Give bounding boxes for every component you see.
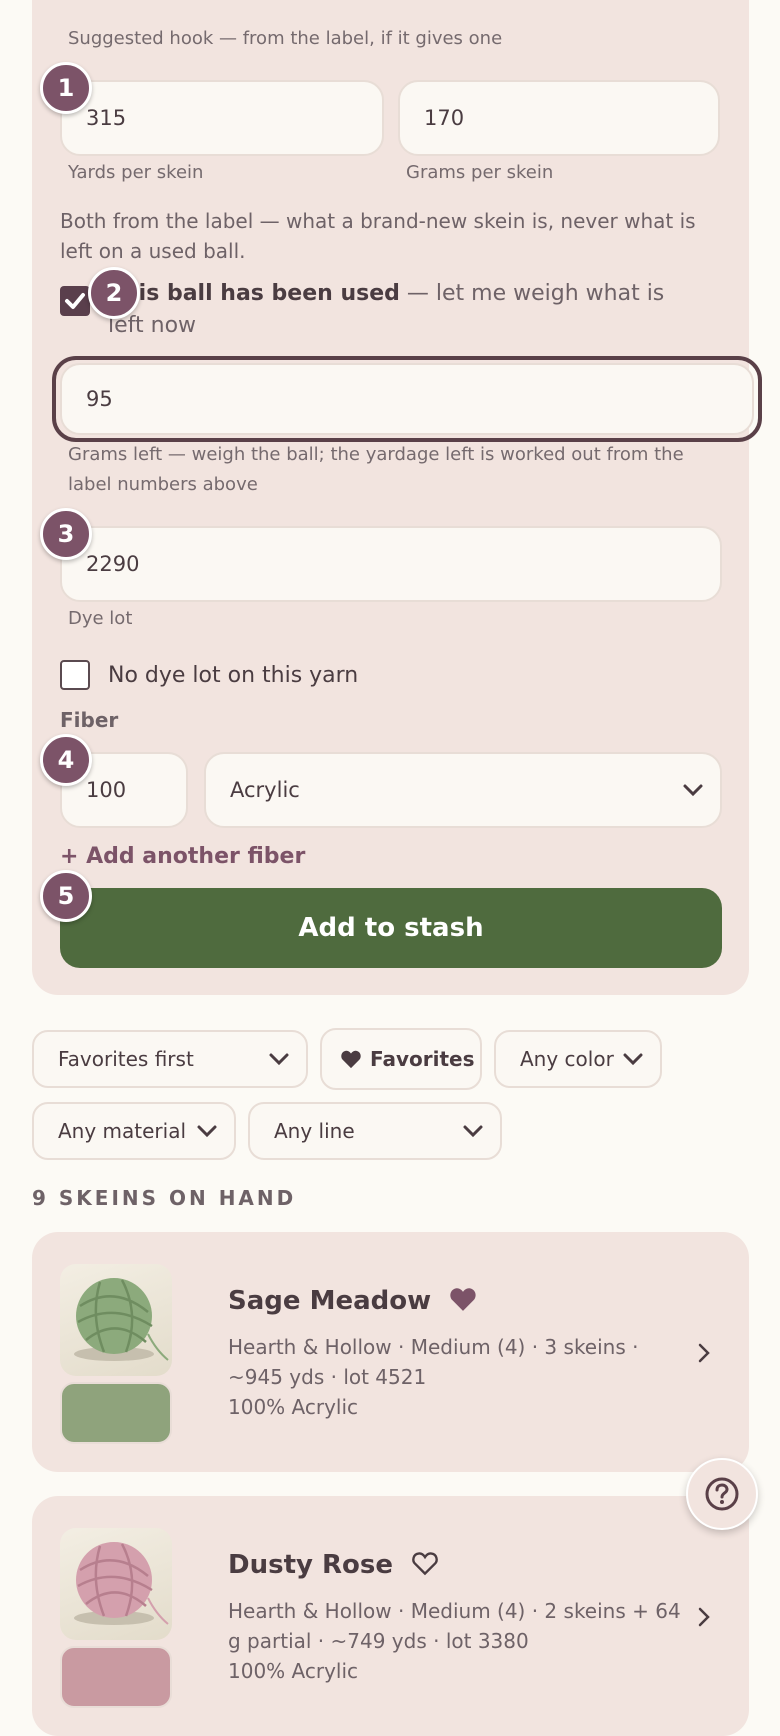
step-badge-3: 3 (40, 508, 92, 560)
chevron-down-icon (197, 1125, 217, 1138)
color-select[interactable]: Any color (494, 1030, 662, 1088)
step-badge-2: 2 (88, 267, 140, 319)
dye-lot-label: Dye lot (68, 608, 133, 629)
yarn-photo (60, 1264, 172, 1376)
yarn-card-sage-meadow[interactable]: Sage Meadow Hearth & Hollow · Medium (4)… (32, 1232, 749, 1472)
yarn-fiber: 100% Acrylic (228, 1659, 359, 1683)
checkmark-icon (65, 293, 85, 309)
used-ball-checkbox[interactable] (60, 286, 90, 316)
yarn-fiber: 100% Acrylic (228, 1395, 359, 1419)
step-badge-1: 1 (40, 62, 92, 114)
grams-per-skein-input[interactable]: 170 (398, 80, 720, 156)
grams-label: Grams per skein (406, 162, 554, 183)
favorites-filter-button[interactable]: Favorites (320, 1028, 482, 1090)
no-dye-lot-checkbox[interactable] (60, 660, 90, 690)
used-ball-label-bold: This ball has been used (108, 281, 400, 306)
grams-left-input[interactable]: 95 (60, 363, 754, 435)
help-icon (705, 1477, 739, 1511)
material-value: Any material (58, 1119, 187, 1143)
yarn-details: Hearth & Hollow · Medium (4) · 2 skeins … (228, 1599, 681, 1653)
dye-lot-value: 2290 (86, 552, 140, 576)
yarn-ball-icon (74, 1542, 169, 1625)
yarn-details: Hearth & Hollow · Medium (4) · 3 skeins … (228, 1335, 639, 1389)
yarn-name-text: Dusty Rose (228, 1550, 393, 1580)
step-badge-4: 4 (40, 734, 92, 786)
fiber-material-select[interactable]: Acrylic (204, 752, 722, 828)
yarn-photo (60, 1528, 172, 1640)
chevron-right-icon (698, 1343, 710, 1363)
dye-lot-input[interactable]: 2290 (60, 526, 722, 602)
add-to-stash-button[interactable]: Add to stash (60, 888, 722, 968)
heart-filled-icon[interactable] (448, 1286, 478, 1312)
sort-select[interactable]: Favorites first (32, 1030, 308, 1088)
add-yarn-form: Suggested hook — from the label, if it g… (32, 0, 762, 995)
yarn-meta: Hearth & Hollow · Medium (4) · 3 skeins … (228, 1332, 698, 1422)
yards-value: 315 (86, 106, 127, 130)
grams-left-value: 95 (86, 387, 113, 411)
material-select[interactable]: Any material (32, 1102, 236, 1160)
fiber-material-value: Acrylic (230, 778, 300, 802)
yards-per-skein-input[interactable]: 315 (60, 80, 384, 156)
chevron-right-icon (698, 1607, 710, 1627)
chevron-down-icon (623, 1053, 643, 1066)
color-swatch (60, 1646, 172, 1708)
no-dye-lot-label[interactable]: No dye lot on this yarn (108, 660, 358, 692)
yarn-name-text: Sage Meadow (228, 1286, 432, 1316)
line-select[interactable]: Any line (248, 1102, 502, 1160)
chevron-down-icon (269, 1053, 289, 1066)
fiber-percent-value: 100 (86, 778, 127, 802)
add-fiber-link[interactable]: + Add another fiber (60, 844, 305, 869)
yarn-name: Dusty Rose (228, 1550, 440, 1580)
heart-filled-icon (341, 1050, 361, 1069)
line-value: Any line (274, 1119, 355, 1143)
help-button[interactable] (686, 1458, 758, 1530)
fiber-heading: Fiber (60, 708, 119, 732)
hook-help-text: Suggested hook — from the label, if it g… (68, 28, 503, 49)
grams-value: 170 (424, 106, 465, 130)
color-value: Any color (520, 1047, 614, 1071)
label-note: Both from the label — what a brand-new s… (60, 209, 696, 263)
yarn-ball-icon (74, 1278, 169, 1361)
used-ball-label[interactable]: This ball has been used — let me weigh w… (108, 278, 668, 342)
yarn-name: Sage Meadow (228, 1286, 478, 1316)
favorites-label: Favorites (370, 1047, 475, 1071)
grams-left-help: Grams left — weigh the ball; the yardage… (68, 444, 684, 495)
skein-count-heading: 9 SKEINS ON HAND (32, 1186, 297, 1210)
step-badge-5: 5 (40, 870, 92, 922)
color-swatch (60, 1382, 172, 1444)
yarn-card-dusty-rose[interactable]: Dusty Rose Hearth & Hollow · Medium (4) … (32, 1496, 749, 1736)
chevron-down-icon (463, 1125, 483, 1138)
heart-outline-icon[interactable] (410, 1550, 440, 1576)
sort-value: Favorites first (58, 1047, 194, 1071)
yarn-meta: Hearth & Hollow · Medium (4) · 2 skeins … (228, 1596, 698, 1686)
chevron-down-icon (683, 784, 703, 797)
yards-label: Yards per skein (68, 162, 204, 183)
